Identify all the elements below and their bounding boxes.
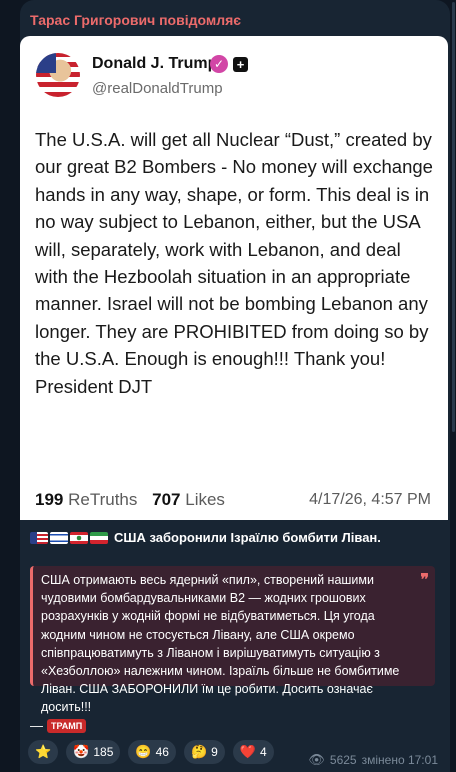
heart-icon: ❤️ (239, 744, 257, 759)
verified-badge-icon: ✓ (210, 55, 228, 73)
grin-icon: 😁 (135, 744, 152, 759)
reaction-clown[interactable]: 🤡 185 (66, 740, 121, 764)
retruths-label: ReTruths (68, 490, 138, 509)
clown-icon: 🤡 (73, 744, 90, 759)
plus-badge-icon: + (233, 57, 248, 72)
quote-block: США отримають весь ядерний «пил», створе… (30, 566, 435, 714)
reactions-bar: ⭐ 🤡 185 😁 46 🤔 9 ❤️ 4 (28, 740, 274, 764)
iran-flag-icon (90, 531, 108, 544)
signature: — ТРАМП (30, 718, 87, 733)
lebanon-flag-icon (70, 531, 88, 544)
retruths-count: 199 (35, 490, 64, 509)
post-author-handle: @realDonaldTrump (92, 80, 223, 97)
signature-dash: — (30, 718, 43, 733)
likes-count: 707 (152, 490, 181, 509)
thinking-icon: 🤔 (190, 744, 208, 759)
views-count: 5625 (329, 753, 357, 767)
avatar (36, 53, 80, 97)
reaction-star[interactable]: ⭐ (28, 740, 59, 764)
post-body-text: The U.S.A. will get all Nuclear “Dust,” … (35, 129, 433, 397)
post-stats: 199 ReTruths 707 Likes (35, 490, 225, 510)
post-timestamp: 4/17/26, 4:57 PM (309, 491, 431, 508)
reaction-heart[interactable]: ❤️ 4 (232, 740, 274, 764)
signature-badge: ТРАМП (47, 718, 87, 733)
quote-text: США отримають весь ядерний «пил», створе… (41, 573, 400, 715)
reaction-count: 46 (155, 745, 169, 759)
likes-label: Likes (185, 490, 225, 509)
headline-text: США заборонили Ізраїлю бомбити Ліван. (114, 530, 381, 545)
message-meta: 👁 5625 змінено 17:01 (308, 752, 438, 768)
flags-group (30, 531, 108, 544)
quote-icon: ❞ (420, 572, 429, 589)
us-flag-icon (30, 531, 48, 544)
reaction-grin[interactable]: 😁 46 (128, 740, 176, 764)
reaction-count: 4 (260, 745, 267, 759)
reaction-count: 185 (93, 745, 114, 759)
eye-icon: 👁 (308, 752, 325, 767)
reaction-count: 9 (211, 745, 218, 759)
post-author-name: Donald J. Trump (92, 55, 218, 72)
message-headline: США заборонили Ізраїлю бомбити Ліван. (30, 530, 440, 545)
channel-author[interactable]: Тарас Григорович повідомляє (30, 12, 241, 28)
reaction-thinking[interactable]: 🤔 9 (183, 740, 225, 764)
edited-time: змінено 17:01 (361, 753, 438, 767)
scrollbar[interactable] (452, 2, 455, 432)
embedded-post-image[interactable]: Donald J. Trump ✓ + @realDonaldTrump The… (20, 36, 448, 520)
star-icon: ⭐ (35, 744, 52, 759)
israel-flag-icon (50, 531, 68, 544)
